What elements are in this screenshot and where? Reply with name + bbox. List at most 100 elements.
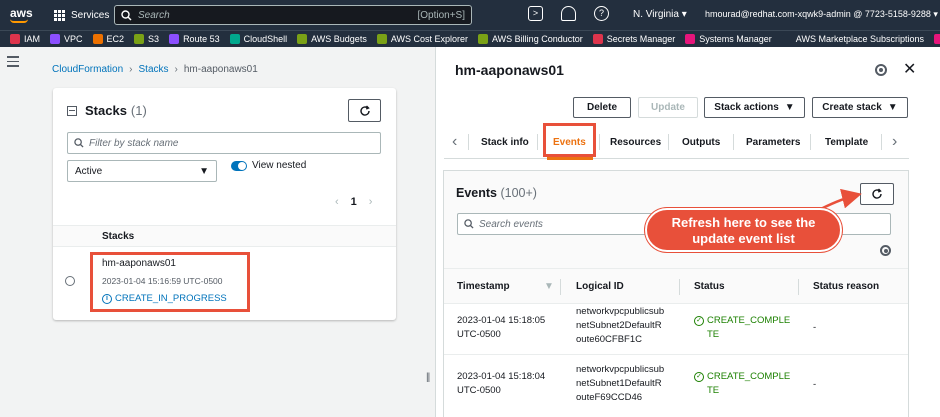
service-icon (50, 34, 61, 44)
table-preferences-gear-icon[interactable] (880, 245, 891, 256)
aws-logo[interactable]: aws (10, 7, 44, 23)
favorite-label: IAM (24, 34, 41, 44)
stacks-panel-title: Stacks (1) (67, 103, 147, 118)
favorite-item[interactable]: AWS Marketplace Subscriptions (781, 34, 925, 44)
favorites-bar: IAM VPC EC2 S3 Route 53 CloudShell AWS Budgets… (0, 30, 940, 47)
tab-outputs[interactable]: Outputs (682, 137, 720, 148)
favorite-label: AWS Billing Conductor (492, 34, 583, 44)
breadcrumb-current: hm-aaponaws01 (183, 64, 258, 75)
status-filter-select[interactable]: Active ▼ (67, 160, 217, 182)
service-icon (229, 34, 240, 44)
filter-placeholder: Filter by stack name (89, 137, 179, 149)
stack-actions-button[interactable]: Stack actions ▼ (704, 97, 805, 118)
favorite-item[interactable]: Route 53 (169, 34, 220, 44)
events-search-placeholder: Search events (479, 218, 543, 230)
services-menu-button[interactable]: Services (54, 9, 109, 21)
sort-caret-icon[interactable]: ▼ (544, 281, 554, 292)
favorite-item[interactable]: CloudShell (229, 34, 288, 44)
breadcrumb-cloudformation[interactable]: CloudFormation (52, 64, 123, 75)
chevron-right-icon: › (129, 64, 133, 75)
split-panel-divider[interactable] (422, 47, 436, 417)
tabs-scroll-right-icon[interactable]: › (892, 133, 897, 151)
caret-down-icon: ▼ (887, 102, 898, 113)
favorite-label: EC2 (106, 34, 125, 44)
notifications-bell-icon[interactable] (561, 6, 576, 21)
search-placeholder: Search (138, 9, 170, 21)
view-nested-label: View nested (252, 160, 307, 171)
service-icon (134, 34, 145, 44)
create-stack-button[interactable]: Create stack ▼ (812, 97, 908, 118)
favorite-item[interactable]: IAM (10, 34, 40, 44)
refresh-hint-callout: Refresh here to see the update event lis… (645, 208, 842, 252)
cloudshell-icon[interactable]: > (528, 6, 543, 21)
events-table-header: Timestamp ▼ Logical ID Status Status rea… (444, 268, 908, 304)
events-title: Events (100+) (456, 186, 537, 200)
update-button[interactable]: Update (638, 97, 698, 118)
search-icon (464, 219, 474, 229)
favorite-item[interactable]: AWS Budgets (297, 34, 367, 44)
col-status-reason[interactable]: Status reason (813, 281, 879, 292)
favorite-label: S3 (148, 34, 160, 44)
account-menu[interactable]: hmourad@redhat.com-xqwk9-admin @ 7723-51… (705, 9, 938, 20)
favorite-label: Route 53 (183, 34, 220, 44)
prev-page-icon[interactable]: ‹ (335, 196, 339, 208)
stack-detail-title: hm-aaponaws01 (455, 62, 564, 78)
stacks-column-header: Stacks (102, 231, 135, 242)
favorite-item[interactable]: AWS Cost Explorer (376, 34, 468, 44)
col-logical-id[interactable]: Logical ID (576, 281, 624, 292)
tab-template[interactable]: Template (825, 137, 868, 148)
tab-resources[interactable]: Resources (610, 137, 661, 148)
global-search-input[interactable]: Search [Option+S] (114, 5, 472, 25)
close-icon[interactable]: ✕ (903, 62, 916, 78)
favorite-item[interactable]: VPC (50, 34, 83, 44)
favorite-item[interactable]: AWS Billing Conductor (478, 34, 583, 44)
service-icon (169, 34, 180, 44)
region-selector[interactable]: N. Virginia ▾ (633, 9, 687, 20)
delete-button[interactable]: Delete (573, 97, 631, 118)
refresh-events-button[interactable] (860, 183, 894, 205)
help-icon[interactable]: ? (594, 6, 609, 21)
refresh-stacks-button[interactable] (348, 99, 381, 122)
event-timestamp: 2023-01-04 15:18:05 UTC-0500 (457, 315, 546, 340)
caret-down-icon: ▼ (784, 102, 795, 113)
caret-down-icon: ▼ (199, 165, 209, 177)
tab-stack-info[interactable]: Stack info (481, 137, 529, 148)
stacks-title-text: Stacks (85, 103, 127, 118)
breadcrumb-stacks[interactable]: Stacks (139, 64, 169, 75)
favorite-label: AWS Marketplace Subscriptions (795, 34, 925, 44)
stack-row-radio[interactable] (65, 276, 75, 286)
favorite-item[interactable]: Clou (934, 34, 940, 44)
search-shortcut: [Option+S] (417, 9, 465, 21)
col-status[interactable]: Status (694, 281, 725, 292)
stacks-table-header: Stacks (53, 225, 396, 247)
tab-parameters[interactable]: Parameters (746, 137, 800, 148)
favorite-item[interactable]: Systems Manager (685, 34, 772, 44)
favorite-item[interactable]: S3 (134, 34, 159, 44)
hamburger-menu-icon[interactable] (7, 56, 19, 70)
event-status-reason: - (813, 379, 817, 390)
current-page[interactable]: 1 (351, 196, 357, 208)
favorite-label: CloudShell (243, 34, 288, 44)
event-logical-id: networkvpcpublicsub netSubnet1DefaultR out… (576, 364, 665, 403)
favorite-item[interactable]: EC2 (92, 34, 125, 44)
drag-handle-icon[interactable]: || (426, 372, 430, 383)
favorite-item[interactable]: Secrets Manager (592, 34, 675, 44)
view-nested-toggle[interactable] (231, 161, 247, 171)
callout-line-1: Refresh here to see the (671, 215, 816, 230)
favorite-label: Systems Manager (699, 34, 772, 44)
events-table: Timestamp ▼ Logical ID Status Status rea… (444, 268, 908, 417)
gear-icon[interactable] (875, 64, 887, 76)
collapse-icon[interactable] (67, 105, 77, 116)
event-status: ✓ CREATE_COMPLE TE (694, 314, 790, 342)
favorite-label: AWS Budgets (311, 34, 367, 44)
breadcrumb: CloudFormation › Stacks › hm-aaponaws01 (52, 64, 258, 75)
tabs-scroll-left-icon[interactable]: ‹ (452, 133, 457, 151)
stack-name-filter-input[interactable]: Filter by stack name (67, 132, 381, 154)
service-icon (934, 34, 940, 44)
status-filter-value: Active (75, 165, 103, 177)
service-icon (781, 34, 792, 44)
col-timestamp[interactable]: Timestamp (457, 281, 510, 292)
next-page-icon[interactable]: › (369, 196, 373, 208)
service-icon (376, 34, 387, 44)
service-icon (592, 34, 603, 44)
